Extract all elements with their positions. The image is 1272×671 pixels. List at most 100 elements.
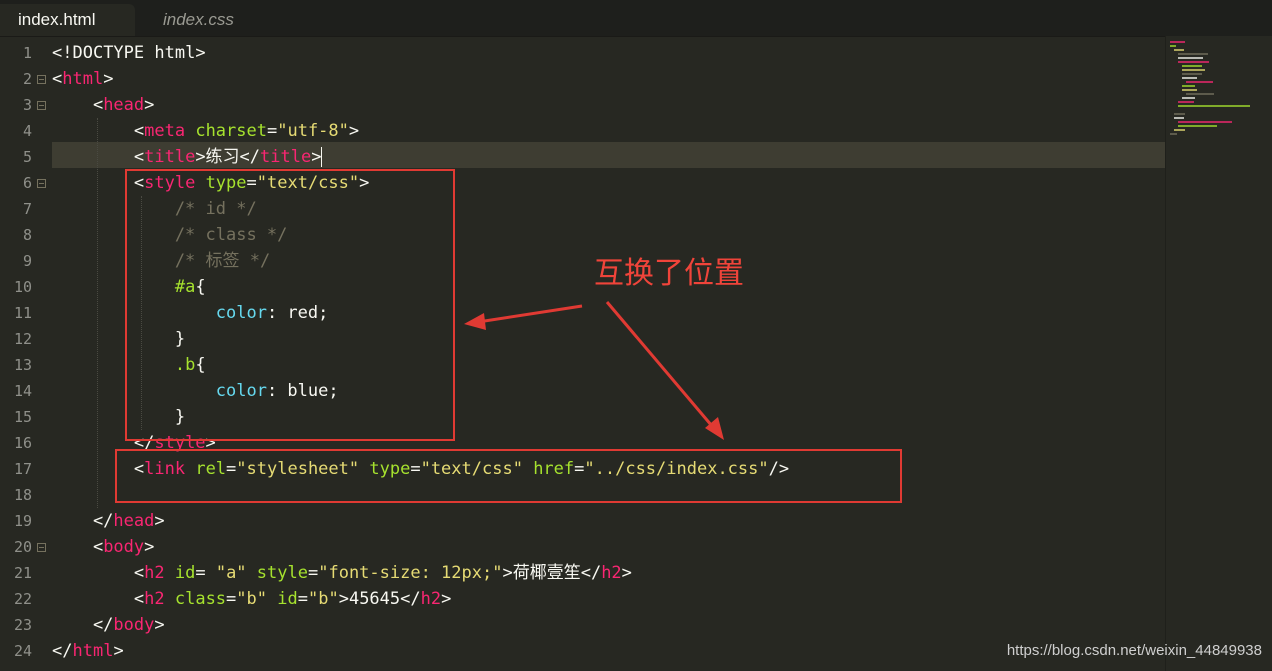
- line-number: 5: [22, 148, 32, 166]
- code-token: <: [52, 589, 145, 609]
- code-line[interactable]: <title>练习</title>: [52, 144, 323, 170]
- code-token: </: [52, 615, 114, 635]
- code-token: =: [226, 589, 237, 609]
- code-token: >荷椰壹笙</: [502, 563, 602, 583]
- code-token: >: [154, 615, 165, 635]
- minimap-line: [1178, 53, 1208, 55]
- code-token: "font-size: 12px;": [318, 563, 503, 583]
- code-line[interactable]: <html>: [52, 66, 113, 92]
- code-token: =: [297, 589, 308, 609]
- tab-index-html[interactable]: index.html: [0, 4, 135, 36]
- fold-toggle-icon[interactable]: [37, 179, 46, 188]
- minimap-line: [1170, 45, 1176, 47]
- code-token: <: [52, 95, 104, 115]
- code-token: >: [441, 589, 452, 609]
- line-number: 24: [13, 642, 32, 660]
- code-token: id: [174, 563, 196, 583]
- highlight-box-link-tag: [115, 449, 902, 503]
- line-number: 3: [22, 96, 32, 114]
- code-token: "b": [308, 589, 339, 609]
- minimap-line: [1182, 89, 1197, 91]
- code-token: body: [103, 537, 145, 557]
- minimap-line: [1182, 69, 1205, 71]
- minimap-line: [1174, 129, 1185, 131]
- fold-toggle-icon[interactable]: [37, 75, 46, 84]
- line-number: 18: [13, 486, 32, 504]
- line-number: 8: [22, 226, 32, 244]
- minimap-line: [1174, 113, 1185, 115]
- minimap-line: [1182, 73, 1202, 75]
- fold-toggle-icon[interactable]: [37, 101, 46, 110]
- code-token: >: [144, 95, 155, 115]
- code-token: body: [113, 615, 155, 635]
- code-token: head: [113, 511, 155, 531]
- code-line[interactable]: </html>: [52, 638, 124, 664]
- code-token: =: [307, 563, 319, 583]
- minimap-line: [1174, 117, 1184, 119]
- annotation-text: 互换了位置: [594, 256, 744, 291]
- code-line[interactable]: <h2 class="b" id="b">45645</h2>: [52, 586, 451, 612]
- code-line[interactable]: </body>: [52, 612, 165, 638]
- minimap-line: [1178, 121, 1232, 123]
- minimap-line: [1178, 57, 1203, 59]
- minimap-line: [1178, 61, 1209, 63]
- line-number: 12: [13, 330, 32, 348]
- minimap-line: [1186, 81, 1213, 83]
- code-token: title: [144, 147, 196, 167]
- code-line[interactable]: <meta charset="utf-8">: [52, 118, 359, 144]
- minimap-line: [1170, 41, 1185, 43]
- tab-index-css[interactable]: index.css: [145, 4, 275, 36]
- minimap-line: [1174, 49, 1184, 51]
- line-number: 21: [13, 564, 32, 582]
- code-token: =: [266, 121, 278, 141]
- code-line[interactable]: <!DOCTYPE html>: [52, 40, 206, 66]
- code-token: meta: [144, 121, 186, 141]
- line-number: 6: [22, 174, 32, 192]
- code-token: >: [154, 511, 165, 531]
- code-token: h2: [601, 563, 622, 583]
- code-token: >: [621, 563, 632, 583]
- line-number: 23: [13, 616, 32, 634]
- line-number: 16: [13, 434, 32, 452]
- line-number: 4: [22, 122, 32, 140]
- code-token: <: [52, 537, 104, 557]
- code-token: >45645</: [338, 589, 421, 609]
- code-token: <!: [52, 43, 73, 63]
- minimap-line: [1178, 105, 1250, 107]
- code-token: <: [52, 69, 63, 89]
- line-number: 10: [13, 278, 32, 296]
- fold-toggle-icon[interactable]: [37, 543, 46, 552]
- code-line[interactable]: <body>: [52, 534, 154, 560]
- code-line[interactable]: <head>: [52, 92, 154, 118]
- code-token: >: [113, 641, 124, 661]
- code-token: html: [62, 69, 104, 89]
- minimap-line: [1182, 65, 1202, 67]
- code-token: h2: [144, 589, 165, 609]
- code-token: >: [195, 43, 206, 63]
- line-number: 20: [13, 538, 32, 556]
- code-token: h2: [144, 563, 165, 583]
- code-token: <: [52, 563, 145, 583]
- code-token: >: [348, 121, 360, 141]
- code-line[interactable]: </head>: [52, 508, 165, 534]
- minimap-line: [1182, 85, 1195, 87]
- code-token: style: [256, 563, 308, 583]
- line-number: 15: [13, 408, 32, 426]
- minimap-line: [1178, 125, 1217, 127]
- code-token: head: [103, 95, 145, 115]
- code-token: class: [174, 589, 227, 609]
- code-token: </: [52, 641, 73, 661]
- highlight-box-style-block: [125, 169, 455, 441]
- line-number: 19: [13, 512, 32, 530]
- indent-guide: [97, 118, 98, 508]
- line-number: 9: [22, 252, 32, 270]
- code-token: =: [195, 563, 216, 583]
- minimap-line: [1182, 97, 1195, 99]
- line-number: 14: [13, 382, 32, 400]
- code-line[interactable]: <h2 id= "a" style="font-size: 12px;">荷椰壹…: [52, 560, 632, 586]
- code-token: <: [52, 147, 145, 167]
- minimap[interactable]: [1165, 36, 1272, 671]
- line-number: 7: [22, 200, 32, 218]
